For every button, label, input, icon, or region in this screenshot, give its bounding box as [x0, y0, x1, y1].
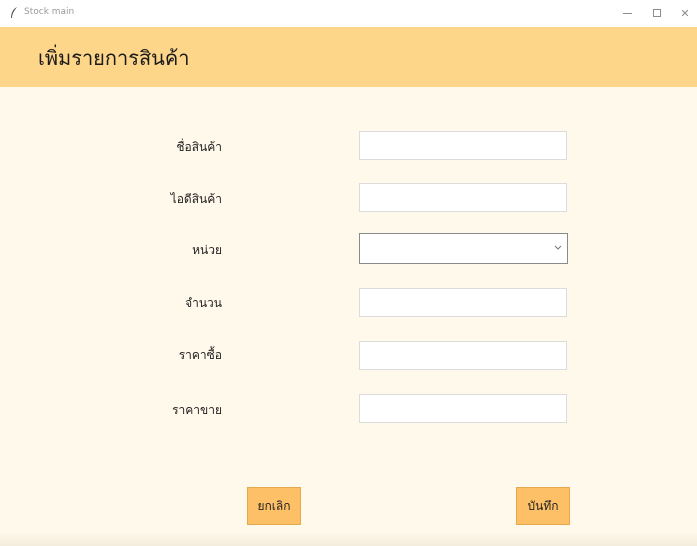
cancel-button[interactable]: ยกเลิก [247, 487, 301, 525]
sale-price-input[interactable] [359, 394, 567, 423]
window-title: Stock main [24, 7, 75, 17]
page-title: เพิ่มรายการสินค้า [38, 46, 190, 70]
unit-select[interactable] [359, 233, 568, 264]
save-button[interactable]: บันทึก [516, 487, 570, 525]
purchase-price-input[interactable] [359, 341, 567, 370]
quantity-label: จำนวน [185, 296, 222, 310]
app-window: Stock main ✕ เพิ่มรายการสินค้า ชื่อสินค้… [0, 0, 697, 546]
product-id-label: ไอดีสินค้า [170, 192, 222, 206]
header-band: เพิ่มรายการสินค้า [0, 27, 697, 87]
product-id-input[interactable] [359, 183, 567, 212]
minimize-button[interactable] [616, 4, 638, 22]
close-icon: ✕ [680, 6, 690, 20]
product-name-input[interactable] [359, 131, 567, 160]
quantity-input[interactable] [359, 288, 567, 317]
close-button[interactable]: ✕ [674, 4, 696, 22]
maximize-button[interactable] [646, 4, 668, 22]
product-name-label: ชื่อสินค้า [176, 140, 222, 154]
title-bar: Stock main ✕ [0, 0, 697, 27]
unit-label: หน่วย [192, 243, 222, 257]
chevron-down-icon [554, 245, 562, 250]
feather-icon [11, 7, 17, 18]
maximize-icon [653, 9, 661, 17]
sale-price-label: ราคาขาย [172, 403, 222, 417]
bottom-edge [0, 532, 697, 546]
purchase-price-label: ราคาซื้อ [178, 348, 222, 362]
minimize-icon [622, 12, 632, 14]
